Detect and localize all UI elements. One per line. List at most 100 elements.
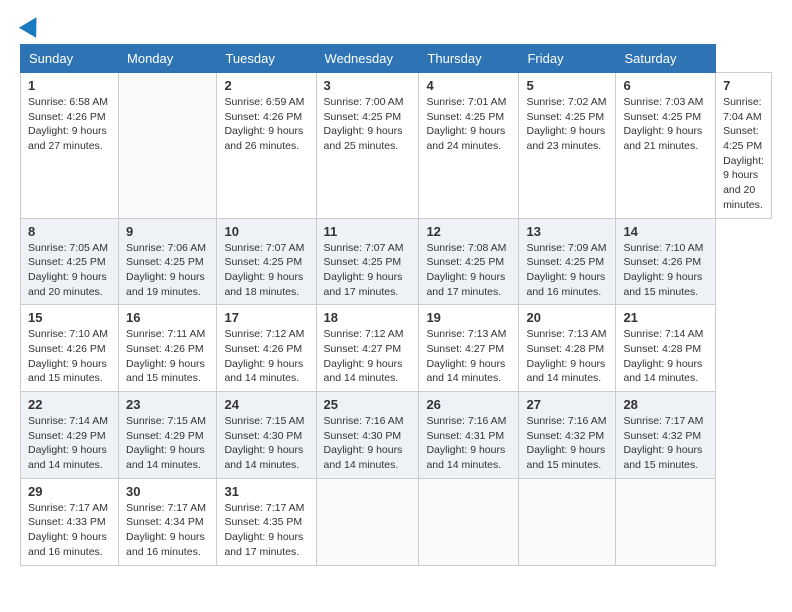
day-number: 1	[28, 78, 111, 93]
logo	[20, 16, 42, 34]
day-number: 12	[426, 224, 511, 239]
day-of-week-header: Tuesday	[217, 45, 316, 73]
calendar-cell	[419, 478, 519, 565]
day-info: Sunrise: 7:16 AMSunset: 4:32 PMDaylight:…	[526, 414, 608, 473]
calendar-cell: 29Sunrise: 7:17 AMSunset: 4:33 PMDayligh…	[21, 478, 119, 565]
day-number: 15	[28, 310, 111, 325]
calendar-cell: 8Sunrise: 7:05 AMSunset: 4:25 PMDaylight…	[21, 218, 119, 305]
calendar-week-row: 29Sunrise: 7:17 AMSunset: 4:33 PMDayligh…	[21, 478, 772, 565]
day-info: Sunrise: 7:02 AMSunset: 4:25 PMDaylight:…	[526, 95, 608, 154]
calendar-cell: 11 Sunrise: 7:07 AMSunset: 4:25 PMDayligh…	[316, 218, 419, 305]
day-number: 31	[224, 484, 308, 499]
day-info: Sunrise: 7:14 AMSunset: 4:28 PMDaylight:…	[623, 327, 708, 386]
day-of-week-header: Monday	[119, 45, 217, 73]
day-info: Sunrise: 7:12 AMSunset: 4:26 PMDaylight:…	[224, 327, 308, 386]
calendar-cell: 4Sunrise: 7:01 AMSunset: 4:25 PMDaylight…	[419, 73, 519, 219]
calendar-cell: 17 Sunrise: 7:12 AMSunset: 4:26 PMDayligh…	[217, 305, 316, 392]
day-number: 30	[126, 484, 209, 499]
day-number: 8	[28, 224, 111, 239]
calendar-cell: 9 Sunrise: 7:06 AMSunset: 4:25 PMDaylight…	[119, 218, 217, 305]
day-info: Sunrise: 7:10 AMSunset: 4:26 PMDaylight:…	[623, 241, 708, 300]
day-info: Sunrise: 7:15 AMSunset: 4:30 PMDaylight:…	[224, 414, 308, 473]
calendar-cell: 15 Sunrise: 7:10 AMSunset: 4:26 PMDayligh…	[21, 305, 119, 392]
calendar-cell: 16 Sunrise: 7:11 AMSunset: 4:26 PMDayligh…	[119, 305, 217, 392]
day-info: Sunrise: 7:11 AMSunset: 4:26 PMDaylight:…	[126, 327, 209, 386]
day-number: 28	[623, 397, 708, 412]
day-number: 7	[723, 78, 764, 93]
day-number: 16	[126, 310, 209, 325]
calendar-cell: 12 Sunrise: 7:08 AMSunset: 4:25 PMDayligh…	[419, 218, 519, 305]
day-number: 2	[224, 78, 308, 93]
day-number: 22	[28, 397, 111, 412]
calendar-table: SundayMondayTuesdayWednesdayThursdayFrid…	[20, 44, 772, 566]
calendar-cell	[119, 73, 217, 219]
day-info: Sunrise: 7:07 AMSunset: 4:25 PMDaylight:…	[224, 241, 308, 300]
calendar-cell: 7 Sunrise: 7:04 AMSunset: 4:25 PMDaylight…	[716, 73, 772, 219]
calendar-cell	[316, 478, 419, 565]
day-info: Sunrise: 7:17 AMSunset: 4:34 PMDaylight:…	[126, 501, 209, 560]
calendar-cell: 28 Sunrise: 7:17 AMSunset: 4:32 PMDayligh…	[616, 392, 716, 479]
day-info: Sunrise: 7:04 AMSunset: 4:25 PMDaylight:…	[723, 95, 764, 213]
day-number: 26	[426, 397, 511, 412]
calendar-cell: 3Sunrise: 7:00 AMSunset: 4:25 PMDaylight…	[316, 73, 419, 219]
day-info: Sunrise: 7:13 AMSunset: 4:28 PMDaylight:…	[526, 327, 608, 386]
day-info: Sunrise: 7:15 AMSunset: 4:29 PMDaylight:…	[126, 414, 209, 473]
calendar-cell: 21Sunrise: 7:14 AMSunset: 4:28 PMDayligh…	[616, 305, 716, 392]
day-info: Sunrise: 7:17 AMSunset: 4:32 PMDaylight:…	[623, 414, 708, 473]
calendar-cell: 26 Sunrise: 7:16 AMSunset: 4:31 PMDayligh…	[419, 392, 519, 479]
calendar-cell: 19 Sunrise: 7:13 AMSunset: 4:27 PMDayligh…	[419, 305, 519, 392]
day-info: Sunrise: 7:09 AMSunset: 4:25 PMDaylight:…	[526, 241, 608, 300]
calendar-week-row: 22 Sunrise: 7:14 AMSunset: 4:29 PMDayligh…	[21, 392, 772, 479]
calendar-cell: 27Sunrise: 7:16 AMSunset: 4:32 PMDayligh…	[519, 392, 616, 479]
day-info: Sunrise: 7:13 AMSunset: 4:27 PMDaylight:…	[426, 327, 511, 386]
day-number: 9	[126, 224, 209, 239]
day-number: 24	[224, 397, 308, 412]
calendar-cell: 2 Sunrise: 6:59 AMSunset: 4:26 PMDaylight…	[217, 73, 316, 219]
day-info: Sunrise: 7:12 AMSunset: 4:27 PMDaylight:…	[324, 327, 412, 386]
day-info: Sunrise: 6:58 AMSunset: 4:26 PMDaylight:…	[28, 95, 111, 154]
logo-triangle-icon	[19, 12, 45, 38]
calendar-cell: 23Sunrise: 7:15 AMSunset: 4:29 PMDayligh…	[119, 392, 217, 479]
calendar-cell: 14 Sunrise: 7:10 AMSunset: 4:26 PMDayligh…	[616, 218, 716, 305]
calendar-cell: 13Sunrise: 7:09 AMSunset: 4:25 PMDayligh…	[519, 218, 616, 305]
day-number: 6	[623, 78, 708, 93]
day-info: Sunrise: 7:07 AMSunset: 4:25 PMDaylight:…	[324, 241, 412, 300]
day-number: 25	[324, 397, 412, 412]
day-info: Sunrise: 7:14 AMSunset: 4:29 PMDaylight:…	[28, 414, 111, 473]
page-header	[20, 16, 772, 34]
calendar-header-row: SundayMondayTuesdayWednesdayThursdayFrid…	[21, 45, 772, 73]
day-info: Sunrise: 7:10 AMSunset: 4:26 PMDaylight:…	[28, 327, 111, 386]
day-number: 20	[526, 310, 608, 325]
day-of-week-header: Thursday	[419, 45, 519, 73]
calendar-cell: 30 Sunrise: 7:17 AMSunset: 4:34 PMDayligh…	[119, 478, 217, 565]
calendar-week-row: 8Sunrise: 7:05 AMSunset: 4:25 PMDaylight…	[21, 218, 772, 305]
day-info: Sunrise: 7:17 AMSunset: 4:35 PMDaylight:…	[224, 501, 308, 560]
calendar-cell: 25 Sunrise: 7:16 AMSunset: 4:30 PMDayligh…	[316, 392, 419, 479]
day-number: 14	[623, 224, 708, 239]
day-number: 17	[224, 310, 308, 325]
calendar-cell: 5 Sunrise: 7:02 AMSunset: 4:25 PMDaylight…	[519, 73, 616, 219]
calendar-cell: 31 Sunrise: 7:17 AMSunset: 4:35 PMDayligh…	[217, 478, 316, 565]
day-number: 3	[324, 78, 412, 93]
calendar-cell: 1 Sunrise: 6:58 AMSunset: 4:26 PMDaylight…	[21, 73, 119, 219]
day-info: Sunrise: 7:06 AMSunset: 4:25 PMDaylight:…	[126, 241, 209, 300]
day-info: Sunrise: 7:08 AMSunset: 4:25 PMDaylight:…	[426, 241, 511, 300]
day-of-week-header: Wednesday	[316, 45, 419, 73]
day-of-week-header: Friday	[519, 45, 616, 73]
day-info: Sunrise: 6:59 AMSunset: 4:26 PMDaylight:…	[224, 95, 308, 154]
day-number: 11	[324, 224, 412, 239]
day-number: 5	[526, 78, 608, 93]
calendar-cell: 10 Sunrise: 7:07 AMSunset: 4:25 PMDayligh…	[217, 218, 316, 305]
day-info: Sunrise: 7:16 AMSunset: 4:30 PMDaylight:…	[324, 414, 412, 473]
day-number: 19	[426, 310, 511, 325]
calendar-cell	[519, 478, 616, 565]
calendar-cell: 22 Sunrise: 7:14 AMSunset: 4:29 PMDayligh…	[21, 392, 119, 479]
day-info: Sunrise: 7:16 AMSunset: 4:31 PMDaylight:…	[426, 414, 511, 473]
day-info: Sunrise: 7:17 AMSunset: 4:33 PMDaylight:…	[28, 501, 111, 560]
calendar-cell: 20 Sunrise: 7:13 AMSunset: 4:28 PMDayligh…	[519, 305, 616, 392]
calendar-cell: 6Sunrise: 7:03 AMSunset: 4:25 PMDaylight…	[616, 73, 716, 219]
calendar-cell	[616, 478, 716, 565]
day-number: 10	[224, 224, 308, 239]
calendar-cell: 24 Sunrise: 7:15 AMSunset: 4:30 PMDayligh…	[217, 392, 316, 479]
day-of-week-header: Sunday	[21, 45, 119, 73]
